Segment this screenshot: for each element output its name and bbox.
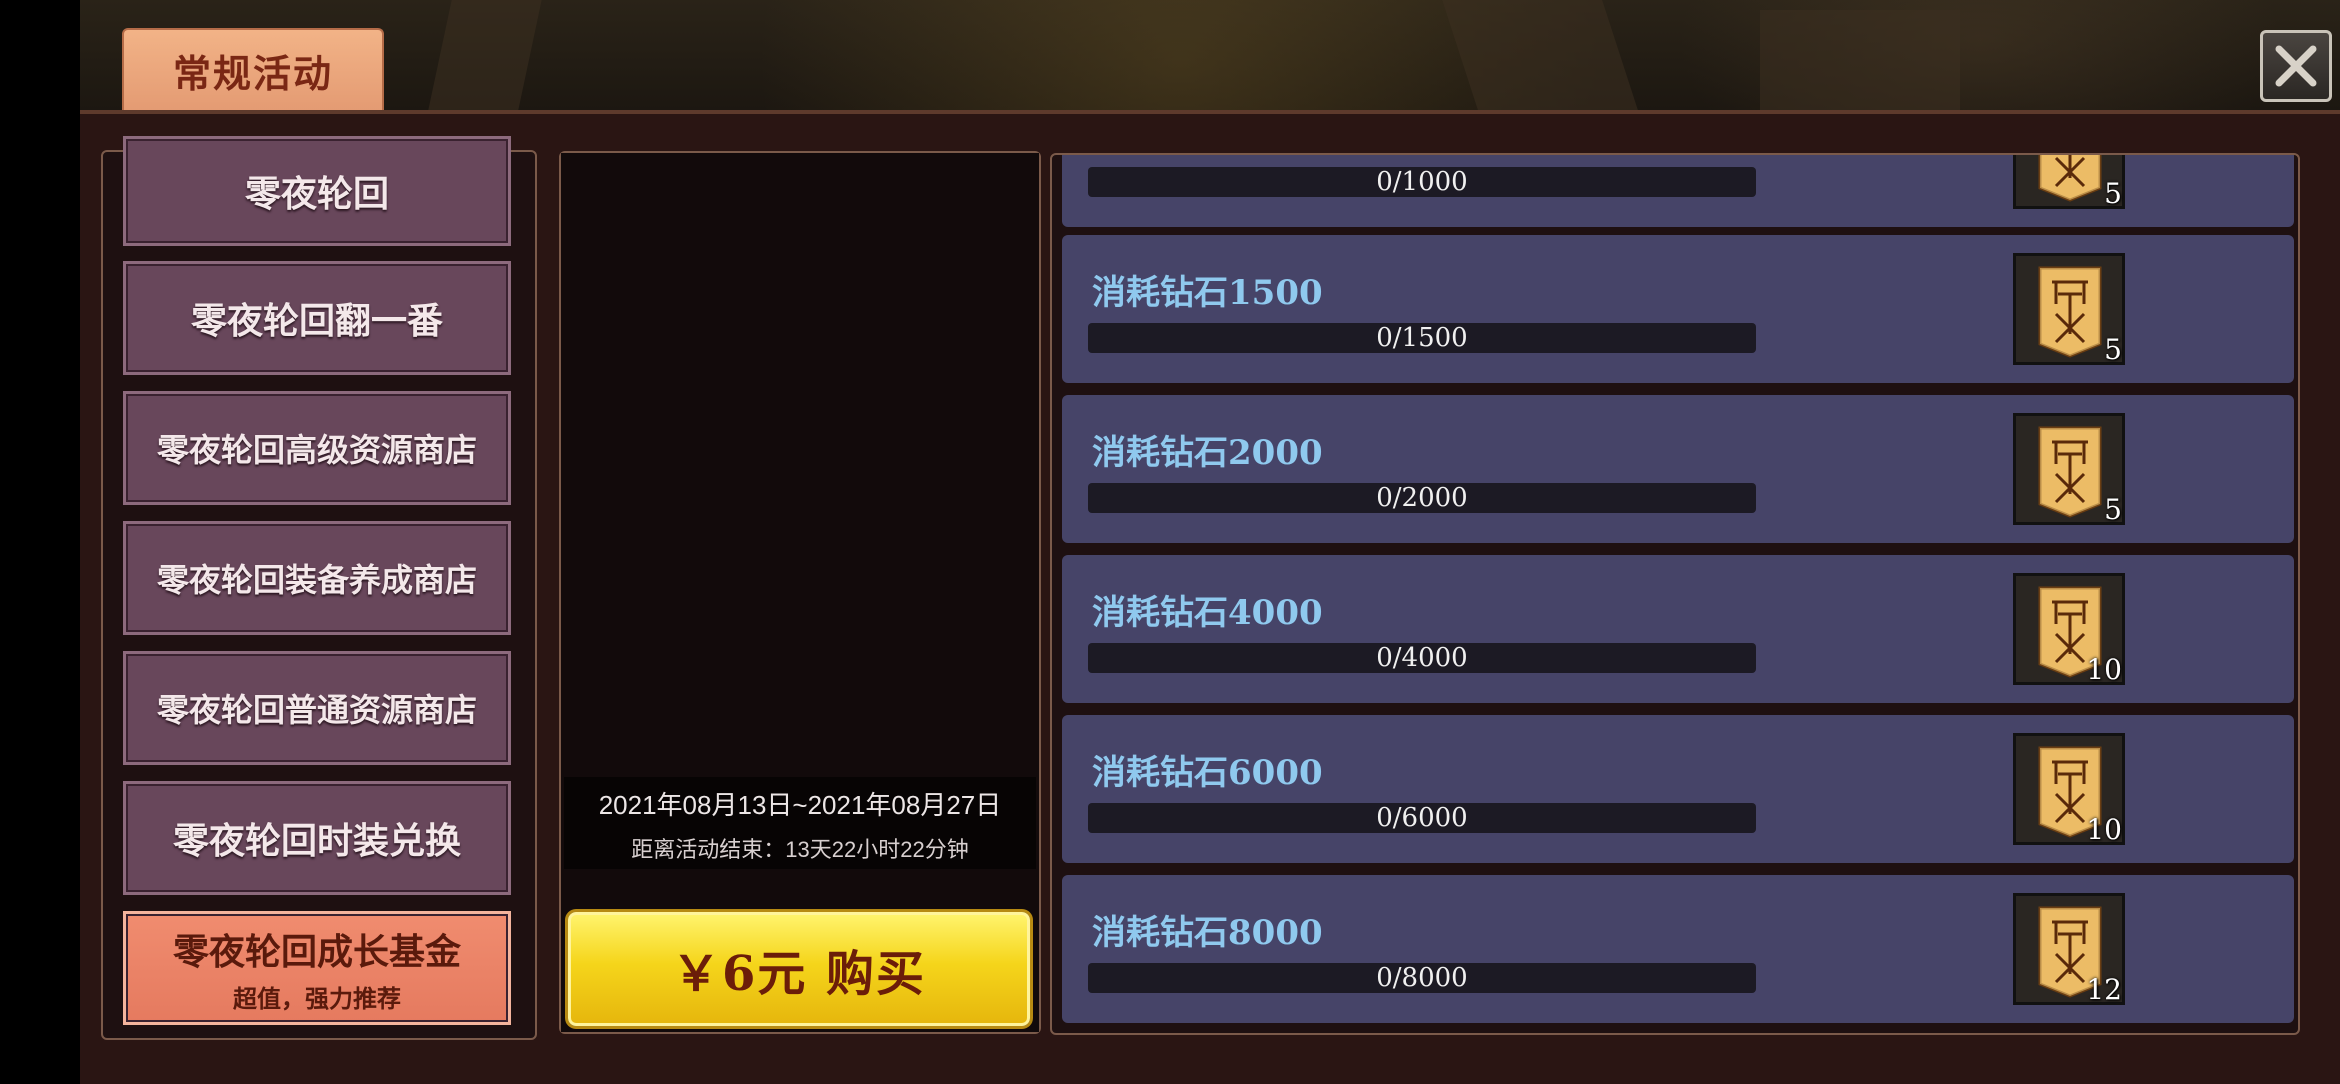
reward-item[interactable]: 5 (2013, 253, 2125, 366)
reward-count: 5 (2104, 177, 2122, 210)
close-icon (2275, 45, 2317, 87)
progress-bar: 0/8000 (1088, 963, 1756, 993)
task-title: 消耗钻石8000 (1092, 913, 1323, 953)
sidebar-item-sublabel: 超值，强力推荐 (233, 983, 401, 1013)
sidebar-item-normal-shop[interactable]: 零夜轮回普通资源商店 (123, 651, 511, 765)
task-row: 消耗钻石1500 0/1500 5 (1062, 235, 2294, 383)
promo-panel (561, 153, 1039, 1032)
buy-button[interactable]: ￥6元 购买 (568, 912, 1030, 1026)
sidebar-item-label: 零夜轮回翻一番 (190, 300, 443, 342)
progress-text: 0/2000 (1376, 483, 1468, 513)
progress-text: 0/4000 (1376, 643, 1468, 673)
task-title: 消耗钻石1500 (1092, 273, 1323, 313)
reward-count: 10 (2086, 653, 2122, 686)
event-info: 2021年08月13日~2021年08月27日 距离活动结束：13天22小时22… (564, 777, 1036, 869)
reward-item[interactable]: 10 (2013, 733, 2125, 846)
sidebar-item-double[interactable]: 零夜轮回翻一番 (123, 261, 511, 375)
banner-scroll-icon (2038, 266, 2102, 358)
sidebar-item-advanced-shop[interactable]: 零夜轮回高级资源商店 (123, 391, 511, 505)
event-date-range: 2021年08月13日~2021年08月27日 (598, 790, 1002, 820)
reward-item[interactable]: 10 (2013, 573, 2125, 686)
reward-count: 5 (2104, 333, 2122, 366)
task-title: 消耗钻石4000 (1092, 593, 1323, 633)
tab-regular-activities[interactable]: 常规活动 (122, 28, 384, 110)
sidebar-item-label: 零夜轮回高级资源商店 (156, 431, 477, 469)
sidebar-item-growth-fund[interactable]: 零夜轮回成长基金 超值，强力推荐 (123, 911, 511, 1025)
banner-scroll-icon (2038, 426, 2102, 518)
sidebar-item-label: 零夜轮回成长基金 (172, 930, 461, 973)
task-row: 消耗钻石4000 0/4000 10 (1062, 555, 2294, 703)
progress-bar: 0/6000 (1088, 803, 1756, 833)
task-title: 消耗钻石2000 (1092, 433, 1323, 473)
sidebar-item-label: 零夜轮回装备养成商店 (156, 561, 477, 599)
reward-count: 12 (2086, 973, 2122, 1006)
sidebar-item-zero-night[interactable]: 零夜轮回 (123, 136, 511, 246)
event-countdown: 距离活动结束：13天22小时22分钟 (631, 837, 969, 862)
sidebar-item-costume-exchange[interactable]: 零夜轮回时装兑换 (123, 781, 511, 895)
task-row: 消耗钻石8000 0/8000 12 (1062, 875, 2294, 1023)
progress-text: 0/1000 (1376, 167, 1468, 197)
task-row: 0/1000 5 (1062, 155, 2294, 227)
task-row: 消耗钻石2000 0/2000 5 (1062, 395, 2294, 543)
progress-text: 0/6000 (1376, 803, 1468, 833)
task-list[interactable]: 0/1000 5 消耗钻石1500 0/1500 5 消耗钻石2000 0/20… (1050, 153, 2300, 1035)
reward-item[interactable]: 5 (2013, 155, 2125, 210)
progress-text: 0/1500 (1376, 323, 1468, 353)
reward-item[interactable]: 12 (2013, 893, 2125, 1006)
close-button[interactable] (2260, 30, 2332, 102)
progress-bar: 0/2000 (1088, 483, 1756, 513)
sidebar-item-label: 零夜轮回普通资源商店 (156, 691, 477, 729)
reward-item[interactable]: 5 (2013, 413, 2125, 526)
progress-bar: 0/4000 (1088, 643, 1756, 673)
banner-scroll-icon (2038, 155, 2102, 202)
progress-bar: 0/1000 (1088, 167, 1756, 197)
task-row: 消耗钻石6000 0/6000 10 (1062, 715, 2294, 863)
sidebar-item-label: 零夜轮回时装兑换 (172, 820, 461, 862)
task-title: 消耗钻石6000 (1092, 753, 1323, 793)
progress-text: 0/8000 (1376, 963, 1468, 993)
sidebar-item-label: 零夜轮回 (244, 173, 389, 215)
progress-bar: 0/1500 (1088, 323, 1756, 353)
reward-count: 10 (2086, 813, 2122, 846)
reward-count: 5 (2104, 493, 2122, 526)
sidebar-item-equipment-shop[interactable]: 零夜轮回装备养成商店 (123, 521, 511, 635)
